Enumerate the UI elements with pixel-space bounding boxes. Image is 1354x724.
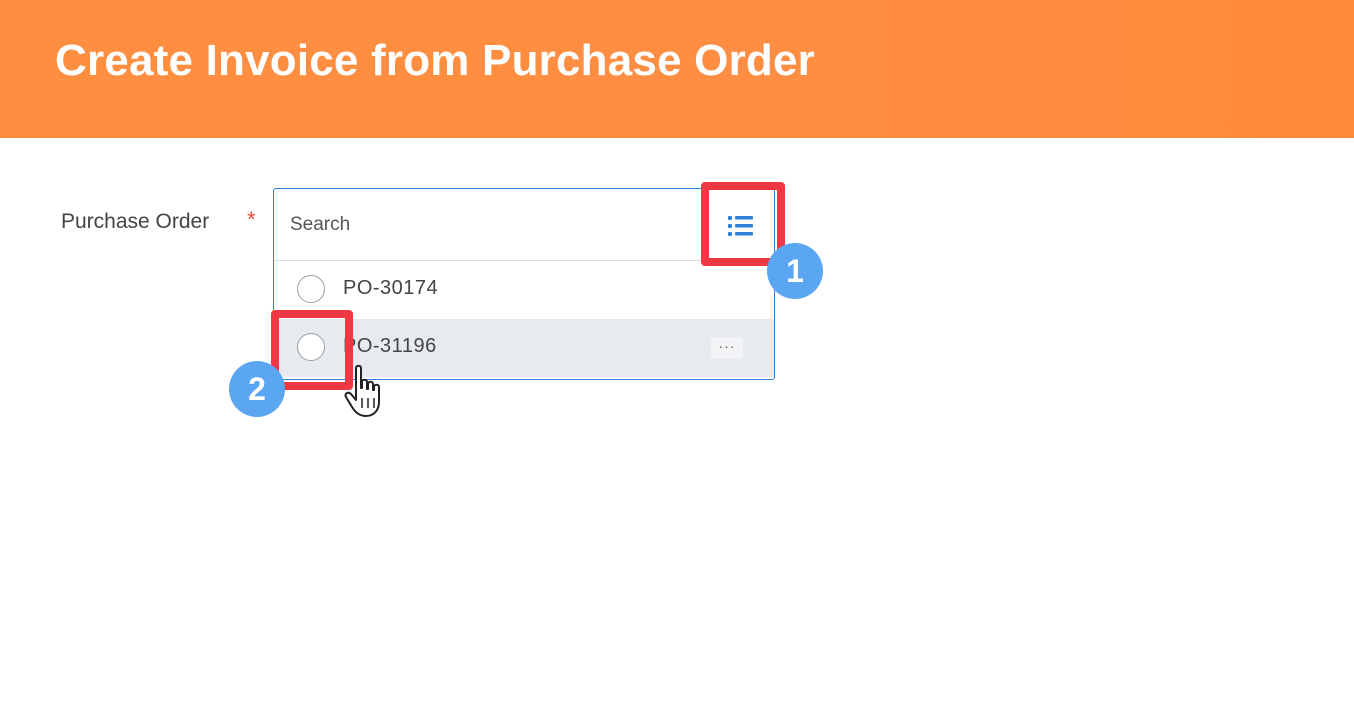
search-input[interactable] [288,207,692,243]
required-indicator: * [247,207,256,232]
search-row [274,189,774,261]
page: Create Invoice from Purchase Order Purch… [0,0,1354,724]
option-label: PO-31196 [343,335,437,357]
purchase-order-label: Purchase Order [61,210,210,233]
related-actions-button[interactable]: ··· [711,337,743,359]
step-badge-1: 1 [767,243,823,299]
page-header: Create Invoice from Purchase Order [0,0,1354,138]
page-title: Create Invoice from Purchase Order [55,36,815,85]
radio-button[interactable] [297,275,325,303]
step-badge-2: 2 [229,361,285,417]
option-label: PO-30174 [343,277,439,299]
hand-cursor-icon [340,362,388,422]
